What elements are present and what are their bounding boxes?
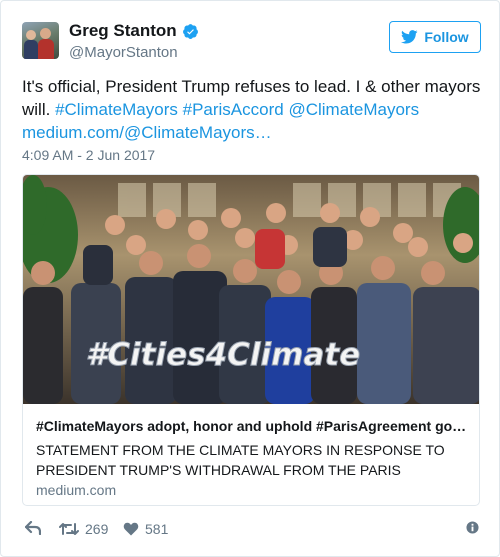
follow-button[interactable]: Follow [389, 21, 481, 53]
info-button[interactable] [466, 521, 479, 534]
card-desc-line1: STATEMENT FROM THE CLIMATE MAYORS IN RES… [36, 442, 445, 458]
user-name-text[interactable]: Greg Stanton [69, 21, 177, 41]
hashtag-climatemayors[interactable]: #ClimateMayors [55, 100, 178, 119]
tweet-card: Greg Stanton @MayorStanton Follow It's o… [0, 0, 500, 557]
user-name[interactable]: Greg Stanton [69, 21, 199, 41]
avatar[interactable] [22, 22, 59, 59]
reply-button[interactable] [25, 521, 41, 535]
card-sign-text: #Cities4Climate [86, 337, 361, 373]
retweet-icon [59, 523, 79, 535]
tweet-timestamp[interactable]: 4:09 AM - 2 Jun 2017 [22, 147, 155, 163]
user-handle[interactable]: @MayorStanton [69, 44, 178, 61]
mention-climatemayors[interactable]: @ClimateMayors [288, 100, 419, 119]
link-card[interactable]: #Cities4Climate #ClimateMayors adopt, ho… [22, 174, 480, 506]
reply-icon [25, 521, 41, 535]
hashtag-parisaccord[interactable]: #ParisAccord [183, 100, 284, 119]
card-description: STATEMENT FROM THE CLIMATE MAYORS IN RES… [36, 440, 472, 480]
card-photo[interactable]: #Cities4Climate [23, 175, 480, 404]
retweet-button[interactable]: 269 [59, 521, 108, 537]
card-title[interactable]: #ClimateMayors adopt, honor and uphold #… [36, 418, 472, 434]
verified-icon [182, 23, 198, 39]
tweet-text: It's official, President Trump refuses t… [22, 75, 482, 144]
card-domain[interactable]: medium.com [36, 482, 116, 498]
card-desc-line2: PRESIDENT TRUMP'S WITHDRAWAL FROM THE PA… [36, 462, 401, 478]
action-bar: 269 581 [22, 521, 482, 541]
heart-icon [123, 522, 139, 536]
tweet-text-line1: It's official, President Trump refuses t… [22, 77, 481, 96]
follow-label: Follow [424, 29, 469, 45]
tweet-text-line2: will. [22, 100, 56, 119]
like-count: 581 [145, 521, 169, 537]
info-icon [466, 521, 479, 534]
like-button[interactable]: 581 [123, 521, 168, 537]
retweet-count: 269 [85, 521, 109, 537]
twitter-bird-icon [401, 30, 418, 44]
tweet-link[interactable]: medium.com/@ClimateMayors… [22, 123, 272, 142]
